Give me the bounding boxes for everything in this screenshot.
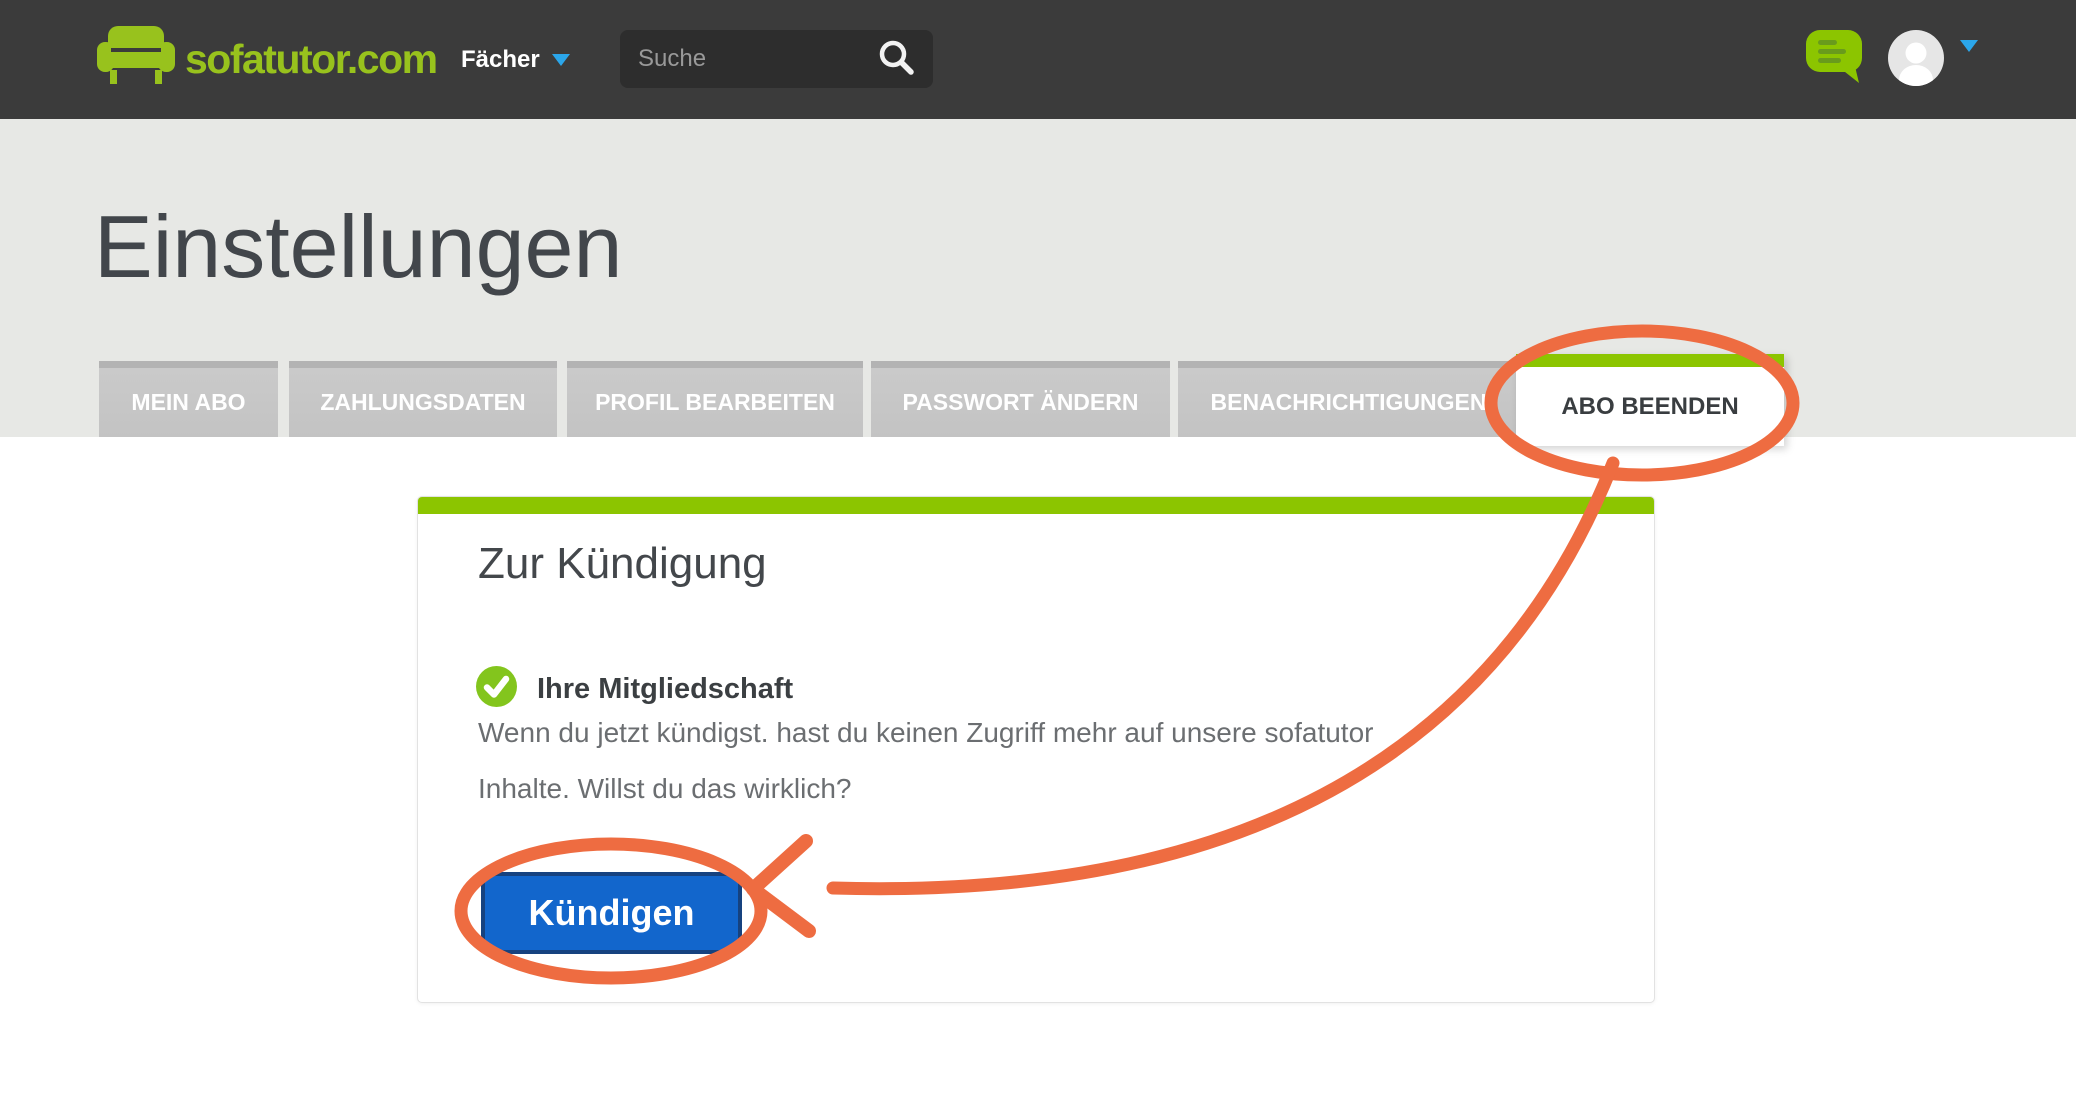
membership-heading: Ihre Mitgliedschaft xyxy=(537,673,793,706)
chevron-down-icon xyxy=(1960,40,1978,69)
logo-wordmark: sofatutor.com xyxy=(185,36,437,83)
warning-line-2: Inhalte. Willst du das wirklich? xyxy=(478,761,1373,817)
subjects-menu[interactable]: Fächer xyxy=(461,0,570,119)
avatar-icon xyxy=(1888,73,1944,90)
search-button[interactable] xyxy=(877,38,917,81)
couch-icon xyxy=(97,26,175,93)
top-navigation-bar: sofatutor.com Fächer xyxy=(0,0,2076,119)
account-avatar[interactable] xyxy=(1888,30,1944,86)
warning-line-1: Wenn du jetzt kündigst. hast du keinen Z… xyxy=(478,705,1373,761)
cancel-subscription-button[interactable]: Kündigen xyxy=(481,872,742,954)
search-input[interactable] xyxy=(636,44,877,74)
card-accent-bar xyxy=(418,497,1654,514)
search-icon xyxy=(877,38,917,81)
tab-passwort-aendern[interactable]: PASSWORT ÄNDERN xyxy=(871,361,1170,437)
subjects-menu-label: Fächer xyxy=(461,46,540,74)
sofatutor-logo[interactable]: sofatutor.com xyxy=(97,26,437,92)
tab-benachrichtigungen[interactable]: BENACHRICHTIGUNGEN xyxy=(1178,361,1519,437)
chevron-down-icon xyxy=(552,54,570,66)
page-title: Einstellungen xyxy=(94,196,622,297)
cancellation-warning-text: Wenn du jetzt kündigst. hast du keinen Z… xyxy=(478,705,1373,817)
tab-profil-bearbeiten[interactable]: PROFIL BEARBEITEN xyxy=(567,361,863,437)
tab-abo-beenden[interactable]: ABO BEENDEN xyxy=(1516,354,1784,446)
tab-zahlungsdaten[interactable]: ZAHLUNGSDATEN xyxy=(289,361,557,437)
settings-page: sofatutor.com Fächer xyxy=(0,0,2076,1100)
chat-bubble-icon xyxy=(1806,73,1868,90)
card-title: Zur Kündigung xyxy=(478,539,767,589)
cancellation-card: Zur Kündigung Ihre Mitgliedschaft Wenn d… xyxy=(417,496,1655,1003)
account-menu-caret[interactable] xyxy=(1960,52,1978,70)
tab-mein-abo[interactable]: MEIN ABO xyxy=(99,361,278,437)
search-box xyxy=(620,30,933,88)
messages-button[interactable] xyxy=(1806,30,1868,91)
